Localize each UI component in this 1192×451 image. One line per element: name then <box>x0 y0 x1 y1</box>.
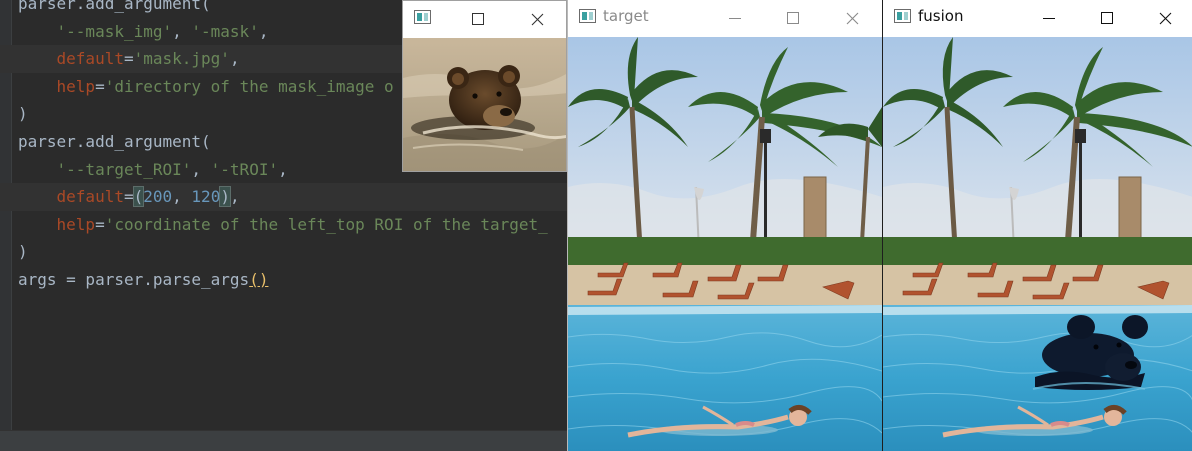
keyword-argument: default <box>56 49 124 69</box>
target-window[interactable]: target <box>567 0 882 451</box>
close-button[interactable] <box>514 1 560 37</box>
window-titlebar[interactable]: fusion <box>883 0 1192 36</box>
code-text: , <box>172 21 192 41</box>
matched-bracket: ( <box>132 186 145 208</box>
keyword-argument: help <box>56 76 96 96</box>
keyword-argument: default <box>56 187 124 207</box>
window-title: target <box>603 7 649 25</box>
code-text: , <box>278 159 288 179</box>
close-icon <box>1159 12 1171 24</box>
close-button[interactable] <box>829 0 875 36</box>
close-icon <box>846 12 858 24</box>
app-window-icon <box>894 9 911 23</box>
code-text: , <box>191 159 211 179</box>
minimize-icon <box>1043 18 1055 19</box>
code-text: = <box>95 214 105 234</box>
editor-status-bar <box>0 430 567 451</box>
string-literal: '-tROI' <box>210 159 279 179</box>
code-text: = <box>123 187 134 207</box>
maximize-button[interactable] <box>770 0 816 36</box>
code-text: , <box>258 21 269 41</box>
minimize-button[interactable] <box>1026 0 1072 36</box>
target-image <box>568 37 882 451</box>
bear-swimming-image <box>403 38 566 171</box>
fusion-window[interactable]: fusion <box>882 0 1192 451</box>
string-literal: '-mask' <box>191 21 259 41</box>
code-line-9[interactable]: help='coordinate of the left_top ROI of … <box>18 211 567 239</box>
keyword-argument: help <box>56 214 96 234</box>
string-literal: 'mask.jpg' <box>133 49 230 69</box>
code-text: args = parser.parse_args <box>18 269 250 289</box>
string-literal: 'coordinate of the left_top ROI of the t… <box>104 214 548 234</box>
code-line-8[interactable]: default=(200, 120), <box>0 183 567 211</box>
code-text: = <box>95 76 105 96</box>
code-text: parser.add_argument( <box>18 0 211 13</box>
code-line-10[interactable]: ) <box>18 238 567 266</box>
window-title: fusion <box>918 7 964 25</box>
code-text: , <box>229 49 240 69</box>
matched-bracket: ) <box>219 186 231 208</box>
window-titlebar[interactable] <box>403 1 566 37</box>
code-line-11[interactable]: args = parser.parse_args() <box>18 266 567 294</box>
string-literal: '--target_ROI' <box>56 159 192 179</box>
code-text: , <box>172 187 192 207</box>
string-literal: '--mask_img' <box>56 21 173 41</box>
code-text: ) <box>18 242 28 262</box>
pool-bear-fusion-image <box>883 37 1192 451</box>
maximize-button[interactable] <box>1084 0 1130 36</box>
fusion-image <box>883 37 1192 451</box>
app-window-icon <box>414 10 431 24</box>
maximize-icon <box>1101 12 1113 24</box>
number-literal: 200 <box>143 187 173 207</box>
code-text: = <box>123 49 134 69</box>
minimize-button[interactable] <box>712 0 758 36</box>
warning-bracket: () <box>249 269 269 289</box>
code-text: ) <box>18 104 28 124</box>
mask-image <box>403 38 566 171</box>
close-icon <box>531 13 543 25</box>
code-text: parser.add_argument( <box>18 131 211 151</box>
maximize-icon <box>472 13 484 25</box>
number-literal: 120 <box>191 187 221 207</box>
code-text: , <box>229 187 240 207</box>
maximize-icon <box>787 12 799 24</box>
string-literal: 'directory of the mask_image o <box>104 76 394 96</box>
mask-image-window[interactable] <box>402 0 567 172</box>
close-button[interactable] <box>1142 0 1188 36</box>
minimize-icon <box>729 18 741 19</box>
app-window-icon <box>579 9 596 23</box>
maximize-button[interactable] <box>455 1 501 37</box>
window-titlebar[interactable]: target <box>568 0 882 36</box>
pool-resort-image <box>568 37 882 451</box>
